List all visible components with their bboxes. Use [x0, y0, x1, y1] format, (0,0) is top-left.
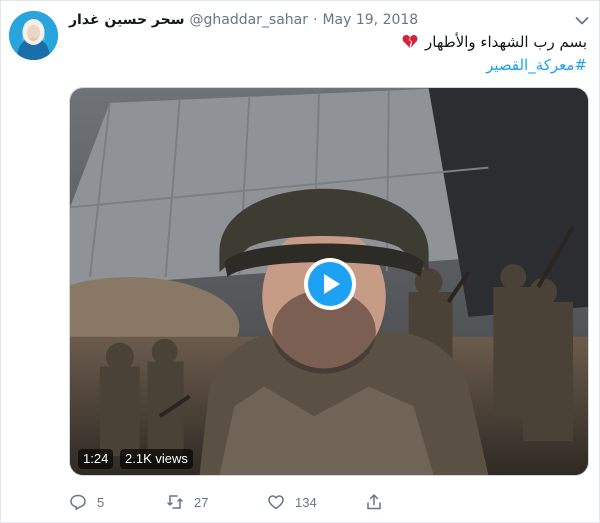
- separator-dot: ·: [313, 12, 318, 28]
- tweet-body: بسم رب الشهداء والأطهار: [425, 33, 587, 51]
- play-icon: [308, 262, 352, 306]
- tweet-header: سحر حسين غدار @ghaddar_sahar · May 19, 2…: [69, 12, 418, 32]
- tweet-date[interactable]: May 19, 2018: [322, 12, 418, 28]
- display-name[interactable]: سحر حسين غدار: [69, 12, 184, 28]
- user-handle[interactable]: @ghaddar_sahar: [189, 12, 308, 28]
- reply-icon: [70, 494, 86, 510]
- video-view-count: 2.1K views: [120, 449, 193, 469]
- play-button[interactable]: [304, 258, 356, 310]
- video-duration: 1:24: [78, 449, 114, 469]
- tweet-card: سحر حسين غدار @ghaddar_sahar · May 19, 2…: [0, 0, 600, 523]
- video-player[interactable]: 1:24 2.1K views: [69, 87, 589, 476]
- retweet-count: 27: [194, 494, 209, 510]
- reply-button[interactable]: 5: [69, 492, 104, 512]
- broken-heart-icon: [402, 34, 418, 55]
- like-button[interactable]: 134: [267, 492, 317, 512]
- retweet-button[interactable]: 27: [166, 492, 208, 512]
- tweet-actions: 5 27 134: [69, 492, 399, 512]
- heart-icon: [268, 495, 284, 510]
- like-count: 134: [295, 494, 317, 510]
- tweet-text: بسم رب الشهداء والأطهار #معركة_القصير: [87, 32, 587, 76]
- reply-count: 5: [97, 494, 105, 510]
- avatar-image: [9, 11, 58, 60]
- share-button[interactable]: [365, 492, 383, 512]
- tweet-menu-button[interactable]: [572, 11, 592, 31]
- share-icon: [367, 494, 381, 510]
- chevron-down-icon: [575, 17, 589, 25]
- retweet-icon: [167, 495, 183, 509]
- hashtag-link[interactable]: #معركة_القصير: [87, 55, 587, 76]
- avatar[interactable]: [9, 11, 58, 60]
